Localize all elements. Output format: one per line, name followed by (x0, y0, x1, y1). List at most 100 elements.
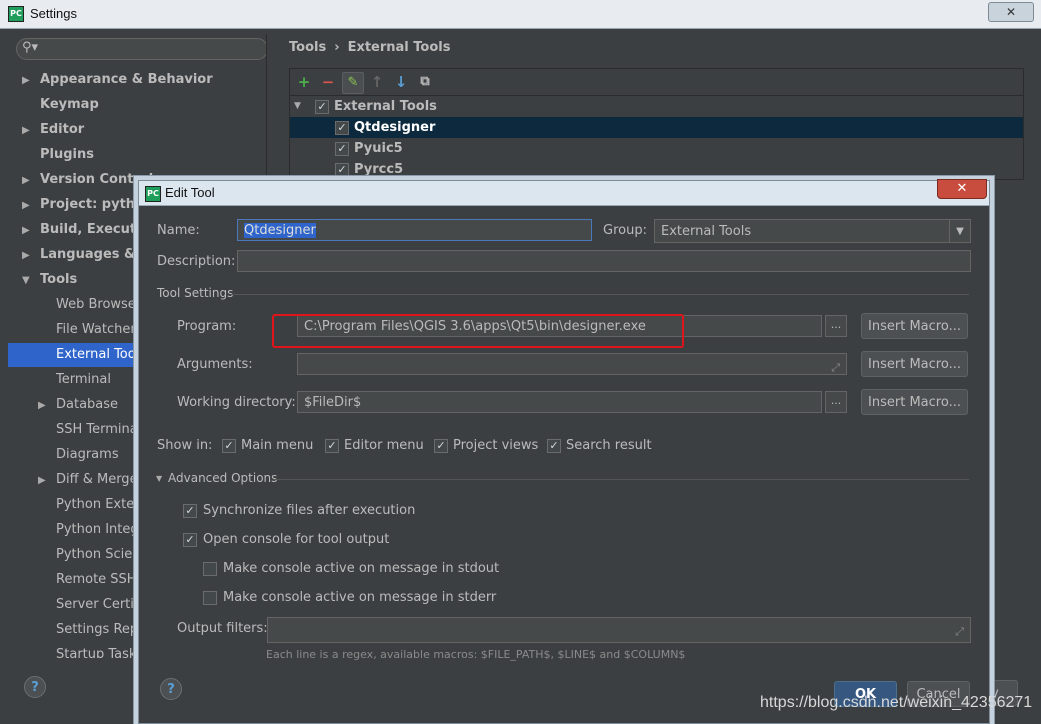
program-label: Program: (177, 319, 237, 334)
sidebar-search-input[interactable]: ⚲▾ (16, 38, 268, 60)
sidebar-item-database[interactable]: Database (56, 393, 118, 417)
dialog-titlebar: PC Edit Tool ✕ (139, 179, 989, 206)
name-value: Qtdesigner (244, 223, 316, 238)
advanced-options-toggle[interactable]: Advanced Options (168, 471, 277, 485)
breadcrumb: Tools › External Tools (289, 40, 458, 55)
sidebar-item-diff-merge[interactable]: Diff & Merge (56, 468, 138, 492)
copy-icon[interactable]: ⧉ (415, 72, 435, 92)
sidebar-item-appearance[interactable]: Appearance & Behavior (40, 68, 213, 92)
insert-macro-directory-button[interactable]: Insert Macro... (861, 389, 968, 415)
chevron-right-icon[interactable]: ▶ (38, 475, 46, 486)
group-value: External Tools (661, 224, 752, 239)
chevron-right-icon[interactable]: ▶ (38, 400, 46, 411)
working-directory-label: Working directory: (177, 395, 296, 410)
breadcrumb-current: External Tools (347, 40, 451, 55)
chevron-down-icon[interactable]: ▼ (22, 275, 30, 286)
dialog-help-button[interactable]: ? (160, 678, 182, 700)
move-up-icon[interactable]: ↑ (367, 72, 387, 92)
stderr-checkbox[interactable] (203, 591, 217, 605)
expand-icon[interactable]: ⤢ (831, 357, 840, 374)
edit-icon[interactable]: ✎ (342, 72, 364, 94)
tool-label: Qtdesigner (354, 120, 436, 135)
sidebar-item-python-external[interactable]: Python Extern (56, 493, 148, 517)
open-console-label: Open console for tool output (203, 532, 390, 547)
insert-macro-arguments-button[interactable]: Insert Macro... (861, 351, 968, 377)
search-icon: ⚲▾ (22, 40, 39, 55)
move-down-icon[interactable]: ↓ (391, 72, 411, 92)
sidebar-item-settings-repository[interactable]: Settings Repo (56, 618, 146, 642)
tree-tool-row[interactable]: ✓ Pyrcc5 (290, 159, 1023, 180)
tree-tool-row[interactable]: ✓ Pyuic5 (290, 138, 1023, 159)
main-menu-checkbox[interactable]: ✓ (222, 439, 236, 453)
output-filters-field[interactable]: ⤢ (267, 617, 971, 643)
tool-checkbox[interactable]: ✓ (335, 163, 349, 177)
sidebar-item-editor[interactable]: Editor (40, 118, 84, 142)
chevron-right-icon[interactable]: ▶ (22, 200, 30, 211)
sidebar-item-file-watchers[interactable]: File Watchers (56, 318, 142, 342)
sidebar-item-keymap[interactable]: Keymap (40, 93, 99, 117)
sidebar-item-project[interactable]: Project: python (40, 193, 153, 217)
section-divider (231, 294, 969, 295)
tools-toolbar: + − ✎ ↑ ↓ ⧉ (290, 69, 1023, 96)
sync-files-checkbox[interactable]: ✓ (183, 504, 197, 518)
group-checkbox[interactable]: ✓ (315, 100, 329, 114)
window-titlebar: PC Settings ✕ (0, 0, 1041, 29)
browse-program-button[interactable]: ... (825, 315, 847, 337)
pycharm-icon: PC (8, 6, 24, 22)
stdout-checkbox[interactable] (203, 562, 217, 576)
chevron-down-icon[interactable]: ▼ (949, 220, 970, 242)
add-icon[interactable]: + (294, 72, 314, 92)
window-title: Settings (30, 6, 77, 21)
sidebar-item-diagrams[interactable]: Diagrams (56, 443, 119, 467)
search-result-checkbox[interactable]: ✓ (547, 439, 561, 453)
arguments-label: Arguments: (177, 357, 253, 372)
description-field[interactable] (237, 250, 971, 272)
open-console-checkbox[interactable]: ✓ (183, 533, 197, 547)
sidebar-item-plugins[interactable]: Plugins (40, 143, 94, 167)
watermark-text: https://blog.csdn.net/weixin_42356271 (760, 694, 1033, 711)
show-in-label: Show in: (157, 438, 213, 453)
sidebar-item-terminal[interactable]: Terminal (56, 368, 111, 392)
sidebar-item-web-browsers[interactable]: Web Browsers (56, 293, 148, 317)
chevron-right-icon[interactable]: ▶ (22, 225, 30, 236)
chevron-right-icon[interactable]: ▶ (22, 175, 30, 186)
program-highlight-box (272, 314, 684, 348)
working-directory-field[interactable]: $FileDir$ (297, 391, 822, 413)
chevron-down-icon[interactable]: ▼ (156, 474, 162, 483)
sidebar-item-ssh-terminal[interactable]: SSH Terminal (56, 418, 141, 442)
search-result-label: Search result (566, 438, 652, 453)
section-divider (273, 479, 969, 480)
insert-macro-program-button[interactable]: Insert Macro... (861, 313, 968, 339)
sidebar-item-version-control[interactable]: Version Control (40, 168, 153, 192)
main-menu-label: Main menu (241, 438, 314, 453)
browse-directory-button[interactable]: ... (825, 391, 847, 413)
project-views-checkbox[interactable]: ✓ (434, 439, 448, 453)
sync-files-label: Synchronize files after execution (203, 503, 416, 518)
expand-icon[interactable]: ⤢ (955, 621, 964, 642)
chevron-right-icon[interactable]: ▶ (22, 125, 30, 136)
tool-checkbox[interactable]: ✓ (335, 121, 349, 135)
dialog-close-button[interactable]: ✕ (937, 179, 987, 199)
editor-menu-checkbox[interactable]: ✓ (325, 439, 339, 453)
settings-help-button[interactable]: ? (24, 676, 46, 698)
breadcrumb-parent[interactable]: Tools (289, 40, 326, 55)
sidebar-item-remote-ssh[interactable]: Remote SSH E (56, 568, 149, 592)
tree-tool-row[interactable]: ✓ Qtdesigner (290, 117, 1023, 138)
stderr-label: Make console active on message in stderr (223, 590, 497, 605)
chevron-right-icon[interactable]: ▶ (22, 250, 30, 261)
sidebar-item-python-scientific[interactable]: Python Scienti (56, 543, 149, 567)
editor-menu-label: Editor menu (344, 438, 424, 453)
group-label: External Tools (334, 99, 437, 114)
sidebar-item-tools[interactable]: Tools (40, 268, 77, 292)
sidebar-item-server-certificates[interactable]: Server Certific (56, 593, 149, 617)
name-field[interactable]: Qtdesigner (237, 219, 592, 241)
chevron-right-icon[interactable]: ▶ (22, 75, 30, 86)
tree-group-row[interactable]: ▼ ✓ External Tools (290, 96, 1023, 117)
group-select[interactable]: External Tools ▼ (654, 219, 971, 243)
arguments-field[interactable]: ⤢ (297, 353, 847, 375)
tool-checkbox[interactable]: ✓ (335, 142, 349, 156)
chevron-down-icon[interactable]: ▼ (294, 96, 301, 117)
remove-icon[interactable]: − (318, 72, 338, 92)
sidebar-item-startup-tasks[interactable]: Startup Tasks (56, 643, 143, 658)
window-close-button[interactable]: ✕ (988, 2, 1034, 22)
